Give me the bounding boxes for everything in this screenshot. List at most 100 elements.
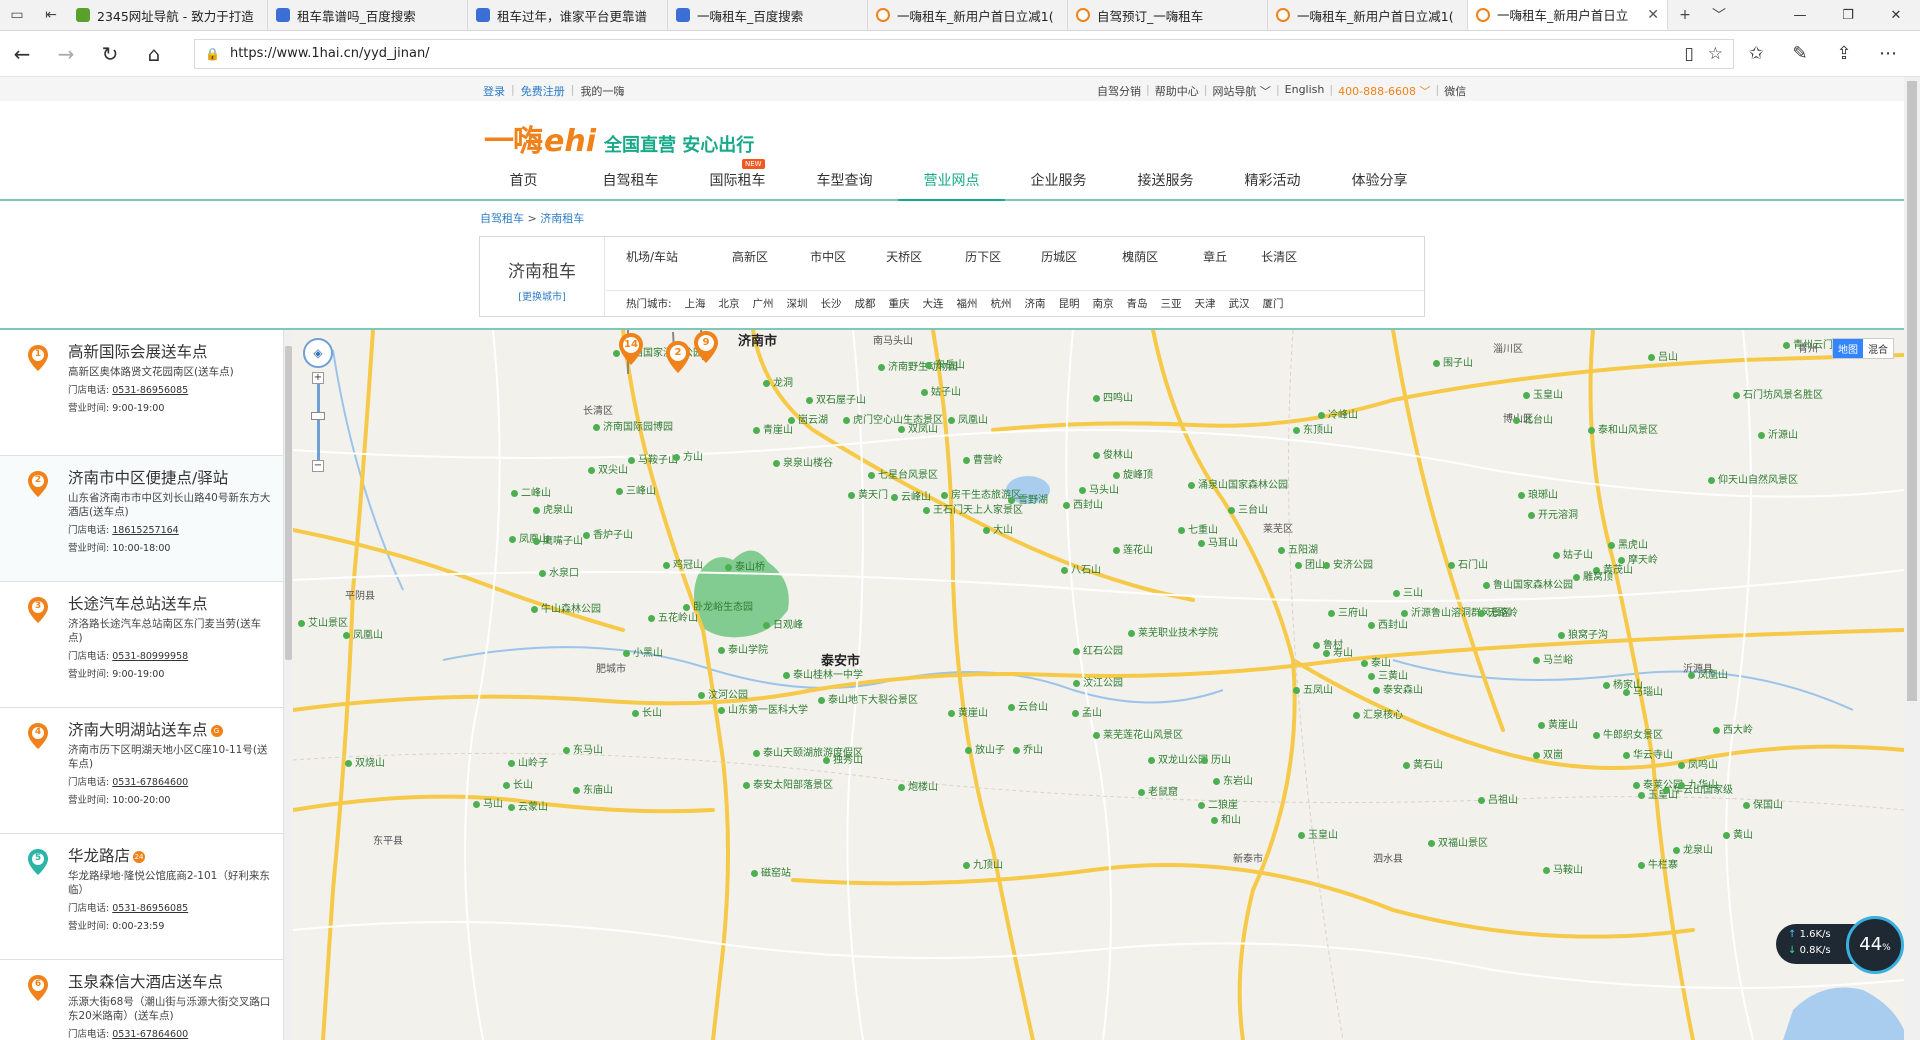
- top-link-help[interactable]: 帮助中心: [1155, 83, 1199, 99]
- district-link-3[interactable]: 市中区: [810, 248, 846, 265]
- ehi-logo[interactable]: 一嗨 ehi 全国直营 安心出行: [484, 116, 754, 160]
- hot-city-link-14[interactable]: 青岛: [1127, 296, 1148, 311]
- nav-item-9[interactable]: 体验分享: [1326, 167, 1433, 201]
- store-phone[interactable]: 0531-86956085: [112, 385, 188, 396]
- page-scroll-thumb[interactable]: [1907, 81, 1917, 701]
- map-poi-label[interactable]: 双福山景区: [1428, 834, 1488, 849]
- map-poi-label[interactable]: 鲁山国家森林公园: [1483, 576, 1573, 591]
- map-poi-label[interactable]: 黄山: [1723, 826, 1753, 841]
- map-type-hybrid[interactable]: 混合: [1863, 339, 1893, 358]
- map-poi-label[interactable]: 黄崖山: [1538, 716, 1578, 731]
- map-poi-label[interactable]: 石门山: [1448, 556, 1488, 571]
- map-poi-label[interactable]: 东马山: [563, 741, 603, 756]
- map-poi-label[interactable]: 马耳山: [1198, 534, 1238, 549]
- map-poi-label[interactable]: 莱芜职业技术学院: [1128, 624, 1218, 639]
- map-poi-label[interactable]: 崮云湖: [788, 411, 828, 426]
- store-map[interactable]: 济南市 泰安市 长清区 平阴县 肥城市 东平县 新泰市 莱芜区 泗水县 沂源县 淄川区 博山区 南马头山…: [293, 330, 1904, 1040]
- hot-city-link-18[interactable]: 厦门: [1263, 296, 1284, 311]
- map-poi-label[interactable]: 围子山: [1433, 354, 1473, 369]
- nav-item-5[interactable]: 营业网点: [898, 167, 1005, 201]
- map-poi-label[interactable]: 双龙山公园: [1148, 751, 1208, 766]
- map-poi-label[interactable]: 保国山: [1743, 796, 1783, 811]
- map-poi-label[interactable]: 汶江公园: [1073, 674, 1123, 689]
- browser-tab-4[interactable]: 一嗨租车_百度搜索: [668, 0, 868, 30]
- restore-button[interactable]: ❐: [1824, 0, 1872, 30]
- hot-city-link-9[interactable]: 福州: [957, 296, 978, 311]
- map-poi-label[interactable]: 艾山景区: [298, 614, 348, 629]
- map-poi-label[interactable]: 牛山森林公园: [531, 600, 601, 615]
- district-link-2[interactable]: 高新区: [732, 248, 768, 265]
- map-poi-label[interactable]: 凤鸣山: [1678, 756, 1718, 771]
- favorites-hub-icon[interactable]: ✩: [1734, 31, 1778, 77]
- browser-tab-3[interactable]: 租车过年，谁家平台更靠谱: [468, 0, 668, 30]
- map-poi-label[interactable]: 无路岭: [1478, 604, 1518, 619]
- map-poi-label[interactable]: 二狼崖: [1198, 796, 1238, 811]
- hot-city-link-3[interactable]: 广州: [753, 296, 774, 311]
- map-poi-label[interactable]: 九华山: [1678, 776, 1718, 791]
- map-poi-label[interactable]: 黄天门: [848, 486, 888, 501]
- hot-city-link-1[interactable]: 上海: [685, 296, 706, 311]
- wechat-link[interactable]: 微信: [1444, 83, 1466, 99]
- store-name[interactable]: 玉泉森信大酒店送车点: [68, 972, 283, 992]
- map-poi-label[interactable]: 泰山学院: [718, 641, 768, 656]
- map-poi-label[interactable]: 俊林山: [1093, 446, 1133, 461]
- map-poi-label[interactable]: 西封山: [1368, 616, 1408, 631]
- map-poi-label[interactable]: 北台山: [1513, 411, 1553, 426]
- map-poi-label[interactable]: 泰山桥: [725, 558, 765, 573]
- map-poi-label[interactable]: 黑虎山: [1608, 536, 1648, 551]
- map-poi-label[interactable]: 黄崖山: [948, 704, 988, 719]
- map-poi-label[interactable]: 磁窑站: [751, 864, 791, 879]
- tab-preview-chevron-icon[interactable]: ﹀: [1702, 0, 1736, 30]
- map-poi-label[interactable]: 姑子山: [1553, 546, 1593, 561]
- map-poi-label[interactable]: 团山: [1295, 556, 1325, 571]
- close-tab-icon[interactable]: ✕: [1647, 7, 1659, 23]
- hotline-phone[interactable]: 400-888-6608 ﹀: [1338, 83, 1430, 99]
- map-poi-label[interactable]: 雪野湖: [1008, 491, 1048, 506]
- zoom-in-button[interactable]: +: [312, 372, 324, 384]
- map-poi-label[interactable]: 三黄山: [1368, 667, 1408, 682]
- map-poi-label[interactable]: 吕祖山: [1478, 791, 1518, 806]
- home-button[interactable]: ⌂: [132, 31, 176, 77]
- browser-tab-7[interactable]: 一嗨租车_新用户首日立减1(: [1268, 0, 1468, 30]
- page-scrollbar[interactable]: [1904, 77, 1920, 1040]
- map-poi-label[interactable]: 虎泉山: [533, 501, 573, 516]
- nav-item-8[interactable]: 精彩活动: [1219, 167, 1326, 201]
- map-poi-label[interactable]: 乔山: [1013, 741, 1043, 756]
- map-poi-label[interactable]: 双烧山: [345, 754, 385, 769]
- breadcrumb-jinan[interactable]: 济南租车: [540, 212, 584, 225]
- map-poi-label[interactable]: 老鼠窟: [1138, 783, 1178, 798]
- favorite-star-icon[interactable]: ☆: [1708, 44, 1723, 64]
- browser-tab-5[interactable]: 一嗨租车_新用户首日立减1(: [868, 0, 1068, 30]
- map-poi-label[interactable]: 三山: [1393, 584, 1423, 599]
- breadcrumb-self-drive[interactable]: 自驾租车: [480, 212, 524, 225]
- browser-tab-6[interactable]: 自驾预订_一嗨租车: [1068, 0, 1268, 30]
- store-name[interactable]: 华龙路店 24: [68, 846, 283, 866]
- store-phone[interactable]: 0531-67864600: [112, 1029, 188, 1040]
- zoom-slider-knob[interactable]: [311, 412, 325, 420]
- map-poi-label[interactable]: 青崖山: [753, 421, 793, 436]
- map-poi-label[interactable]: 泉泉山楼谷: [773, 454, 833, 469]
- map-poi-label[interactable]: 三台山: [1228, 501, 1268, 516]
- district-link-4[interactable]: 天桥区: [886, 248, 922, 265]
- hot-city-link-12[interactable]: 昆明: [1059, 296, 1080, 311]
- map-poi-label[interactable]: 凤凰山: [343, 626, 383, 641]
- store-phone[interactable]: 18615257164: [112, 525, 179, 536]
- district-link-5[interactable]: 历下区: [965, 248, 1001, 265]
- map-poi-label[interactable]: 日观峰: [763, 616, 803, 631]
- map-poi-label[interactable]: 二峰山: [511, 484, 551, 499]
- nav-item-7[interactable]: 接送服务: [1112, 167, 1219, 201]
- map-poi-label[interactable]: 泰山桂林一中学: [783, 666, 863, 681]
- map-poi-label[interactable]: 泰山: [1361, 654, 1391, 669]
- map-poi-label[interactable]: 马头山: [1079, 481, 1119, 496]
- store-phone[interactable]: 0531-86956085: [112, 903, 188, 914]
- map-poi-label[interactable]: 马山: [473, 795, 503, 810]
- map-poi-label[interactable]: 东岩山: [1213, 772, 1253, 787]
- map-poi-label[interactable]: 杨家山: [1603, 676, 1643, 691]
- map-poi-label[interactable]: 摩天岭: [1618, 551, 1658, 566]
- map-poi-label[interactable]: 牛郎织女景区: [1593, 726, 1663, 741]
- map-poi-label[interactable]: 琅琊山: [1518, 486, 1558, 501]
- map-poi-label[interactable]: 长山: [632, 704, 662, 719]
- map-poi-label[interactable]: 吕山: [1648, 348, 1678, 363]
- map-poi-label[interactable]: 汇泉核心: [1353, 706, 1403, 721]
- hot-city-link-4[interactable]: 深圳: [787, 296, 808, 311]
